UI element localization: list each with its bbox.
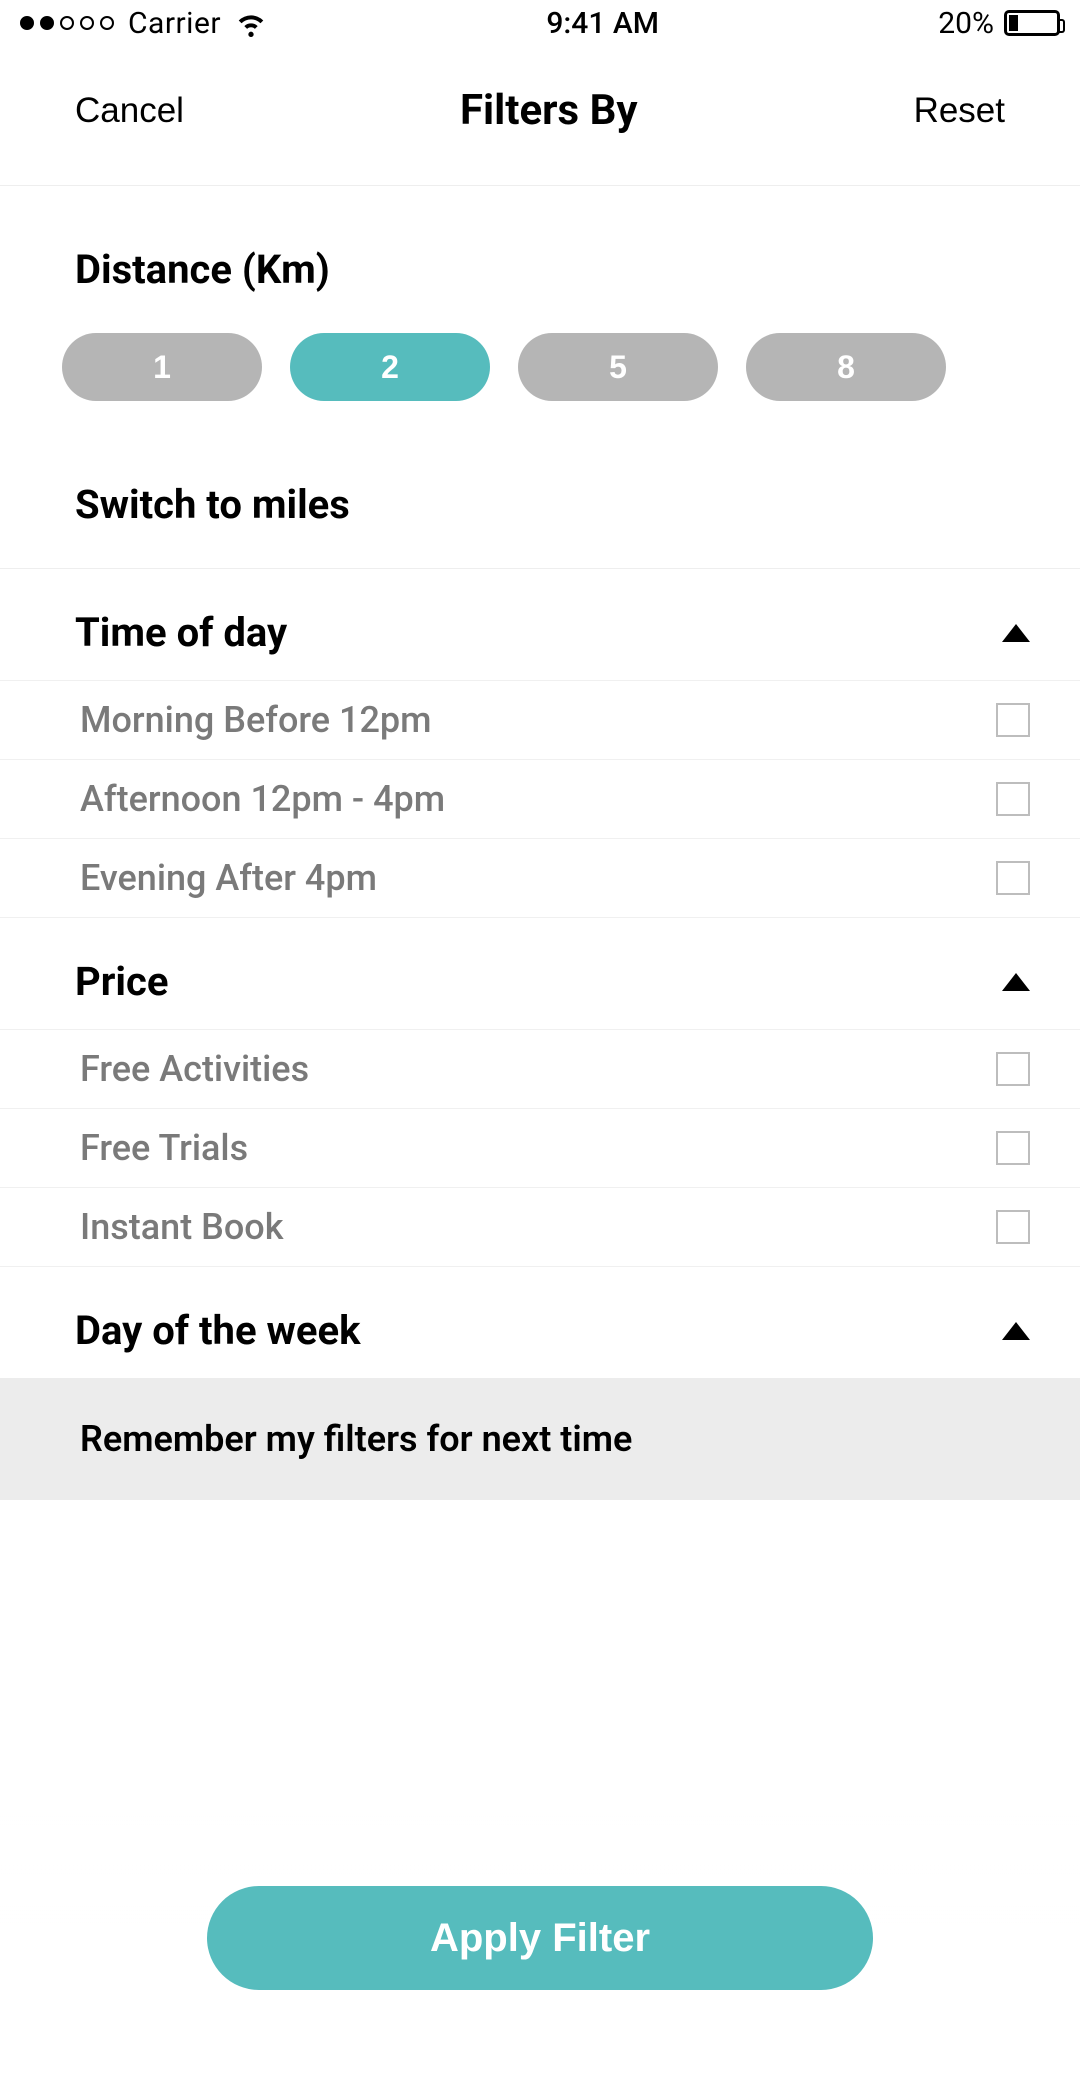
time-option-evening[interactable]: Evening After 4pm [0, 839, 1080, 918]
checkbox[interactable] [996, 1131, 1030, 1165]
checkbox[interactable] [996, 782, 1030, 816]
price-title: Price [75, 958, 168, 1005]
reset-button[interactable]: Reset [914, 91, 1005, 131]
price-option-instant-book[interactable]: Instant Book [0, 1188, 1080, 1267]
switch-to-miles[interactable]: Switch to miles [0, 461, 1080, 569]
time-of-day-options: Morning Before 12pm Afternoon 12pm - 4pm… [0, 680, 1080, 918]
battery-icon [1004, 10, 1060, 36]
distance-pill-2[interactable]: 2 [290, 333, 490, 401]
time-option-label: Afternoon 12pm - 4pm [80, 778, 445, 820]
page-title: Filters By [460, 86, 638, 135]
price-option-free-activities[interactable]: Free Activities [0, 1029, 1080, 1109]
battery-percent: 20% [938, 6, 994, 41]
distance-heading: Distance (Km) [0, 246, 1080, 333]
wifi-icon [235, 7, 267, 39]
chevron-up-icon [1002, 973, 1030, 991]
chevron-up-icon [1002, 624, 1030, 642]
price-option-free-trials[interactable]: Free Trials [0, 1109, 1080, 1188]
remember-filters-label: Remember my filters for next time [80, 1418, 632, 1460]
chevron-up-icon [1002, 1322, 1030, 1340]
price-header[interactable]: Price [0, 918, 1080, 1029]
remember-filters-row[interactable]: Remember my filters for next time [0, 1378, 1080, 1500]
price-options: Free Activities Free Trials Instant Book [0, 1029, 1080, 1267]
cancel-button[interactable]: Cancel [75, 91, 184, 131]
checkbox[interactable] [996, 861, 1030, 895]
time-of-day-header[interactable]: Time of day [0, 569, 1080, 680]
time-option-afternoon[interactable]: Afternoon 12pm - 4pm [0, 760, 1080, 839]
checkbox[interactable] [996, 1210, 1030, 1244]
nav-bar: Cancel Filters By Reset [0, 46, 1080, 186]
price-option-label: Free Activities [80, 1048, 309, 1090]
day-of-week-header[interactable]: Day of the week [0, 1267, 1080, 1378]
distance-pill-1[interactable]: 1 [62, 333, 262, 401]
signal-dots-icon [20, 16, 114, 30]
time-option-label: Evening After 4pm [80, 857, 377, 899]
day-of-week-title: Day of the week [75, 1307, 360, 1354]
distance-section: Distance (Km) 1 2 5 8 Switch to miles [0, 186, 1080, 569]
carrier-label: Carrier [128, 6, 221, 41]
price-option-label: Instant Book [80, 1206, 283, 1248]
distance-pill-row: 1 2 5 8 [0, 333, 1080, 461]
distance-pill-5[interactable]: 5 [518, 333, 718, 401]
price-option-label: Free Trials [80, 1127, 248, 1169]
checkbox[interactable] [996, 1052, 1030, 1086]
status-left: Carrier [20, 6, 267, 41]
distance-pill-8[interactable]: 8 [746, 333, 946, 401]
time-option-morning[interactable]: Morning Before 12pm [0, 680, 1080, 760]
checkbox[interactable] [996, 703, 1030, 737]
status-right: 20% [938, 6, 1060, 41]
status-bar: Carrier 9:41 AM 20% [0, 0, 1080, 46]
time-option-label: Morning Before 12pm [80, 699, 432, 741]
time-of-day-title: Time of day [75, 609, 287, 656]
apply-button-wrap: Apply Filter [0, 1816, 1080, 2100]
status-time: 9:41 AM [546, 6, 659, 41]
apply-filter-button[interactable]: Apply Filter [207, 1886, 873, 1990]
